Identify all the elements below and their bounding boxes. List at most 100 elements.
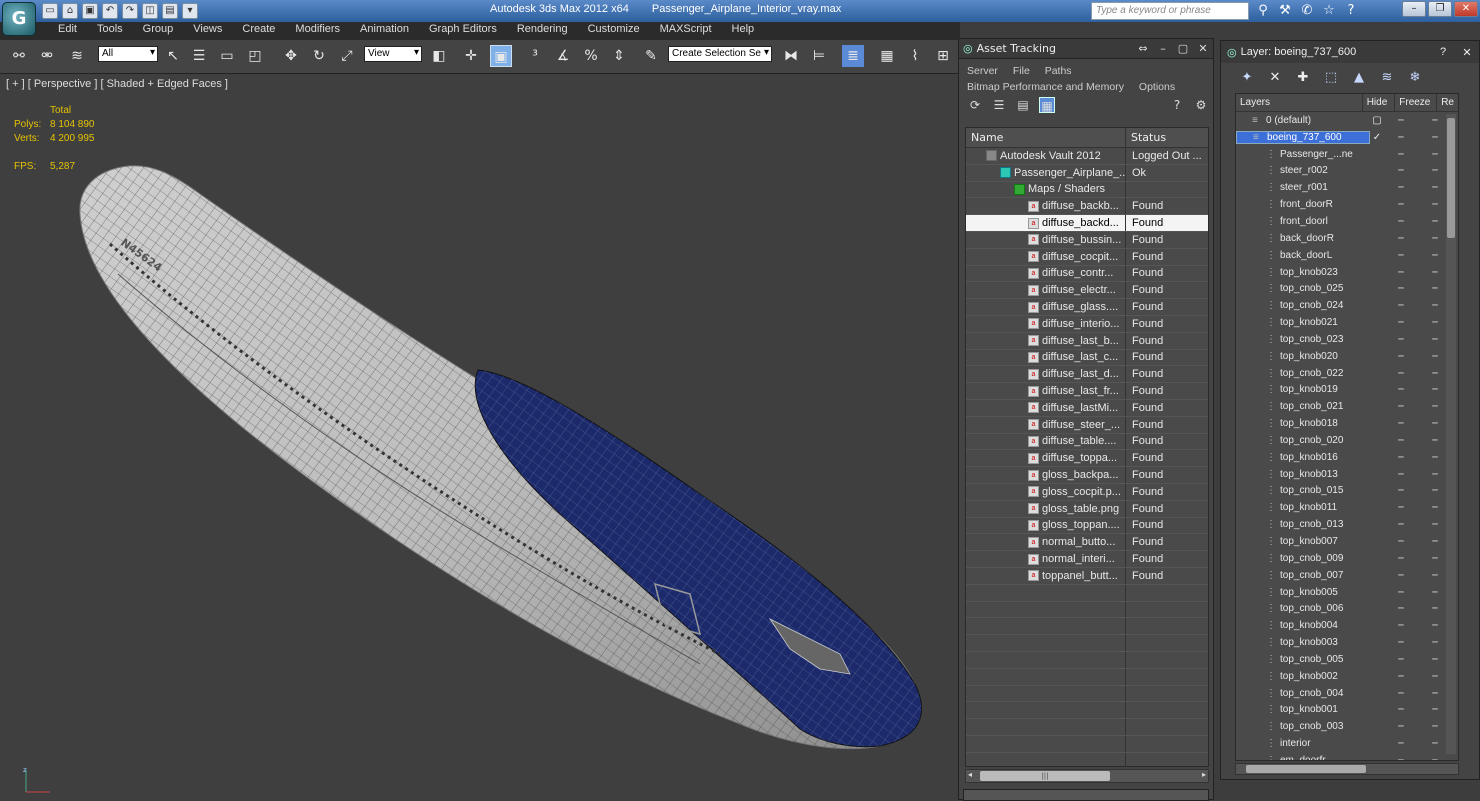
hide-toggle[interactable]: ━ bbox=[1384, 267, 1418, 278]
at-settings-icon[interactable]: ⚙ bbox=[1193, 97, 1209, 113]
align-icon[interactable]: ⊨ bbox=[808, 45, 830, 67]
table-view-icon[interactable]: ▦ bbox=[1039, 97, 1055, 113]
layer-row[interactable]: ⋮ top_knob018 ━ ━ bbox=[1236, 415, 1458, 432]
asset-row[interactable]: a diffuse_toppa... Found bbox=[966, 450, 1208, 468]
hide-toggle[interactable]: ━ bbox=[1384, 165, 1418, 176]
redo-icon[interactable]: ↷ bbox=[122, 3, 138, 19]
layer-row[interactable]: ⋮ top_knob001 ━ ━ bbox=[1236, 702, 1458, 719]
hide-toggle[interactable]: ━ bbox=[1384, 384, 1418, 395]
asset-row[interactable]: a diffuse_table.... Found bbox=[966, 433, 1208, 451]
layer-help-icon[interactable]: ? bbox=[1431, 46, 1455, 58]
layer-row[interactable]: ⋮ top_knob013 ━ ━ bbox=[1236, 466, 1458, 483]
layer-row[interactable]: ⋮ top_knob021 ━ ━ bbox=[1236, 314, 1458, 331]
layer-row[interactable]: ⋮ top_knob007 ━ ━ bbox=[1236, 533, 1458, 550]
layer-row[interactable]: ≡ 0 (default) ▢ ━ ━ bbox=[1236, 112, 1458, 129]
asset-row[interactable]: a diffuse_last_fr... Found bbox=[966, 383, 1208, 400]
asset-row[interactable]: Autodesk Vault 2012 Logged Out ... bbox=[966, 148, 1208, 165]
open-file-icon[interactable]: ⌂ bbox=[62, 3, 78, 19]
asset-row[interactable]: a diffuse_last_d... Found bbox=[966, 366, 1208, 384]
layer-row[interactable]: ⋮ back_doorL ━ ━ bbox=[1236, 247, 1458, 264]
list-view-icon[interactable]: ☰ bbox=[991, 97, 1007, 113]
close-icon[interactable]: ✕ bbox=[1454, 1, 1478, 17]
select-and-link-icon[interactable]: ⚯ bbox=[8, 45, 30, 67]
layer-row[interactable]: ⋮ top_knob019 ━ ━ bbox=[1236, 382, 1458, 399]
hide-toggle[interactable]: ━ bbox=[1384, 401, 1418, 412]
asset-row[interactable]: a diffuse_backb... Found bbox=[966, 198, 1208, 216]
swap-panel-icon[interactable]: ⇔ bbox=[1133, 42, 1153, 55]
hide-toggle[interactable]: ━ bbox=[1384, 688, 1418, 699]
rectangular-selection-icon[interactable]: ▭ bbox=[216, 45, 238, 67]
layer-row[interactable]: ⋮ steer_r002 ━ ━ bbox=[1236, 163, 1458, 180]
hide-toggle[interactable]: ━ bbox=[1384, 368, 1418, 379]
angle-snap-icon[interactable]: ∡ bbox=[552, 45, 574, 67]
menu-help[interactable]: Help bbox=[722, 22, 765, 40]
layer-row[interactable]: ⋮ top_knob023 ━ ━ bbox=[1236, 264, 1458, 281]
bind-to-space-warp-icon[interactable]: ≋ bbox=[66, 45, 88, 67]
asset-row[interactable]: a gloss_cocpit.p... Found bbox=[966, 483, 1208, 501]
asset-row[interactable]: a gloss_table.png Found bbox=[966, 500, 1208, 518]
hide-toggle[interactable]: ━ bbox=[1384, 755, 1418, 760]
menu-rendering[interactable]: Rendering bbox=[507, 22, 578, 40]
graphite-toolbox-icon[interactable]: ▦ bbox=[876, 45, 898, 67]
layer-row[interactable]: ⋮ front_doorl ━ ━ bbox=[1236, 213, 1458, 230]
select-object-icon[interactable]: ↖ bbox=[162, 45, 184, 67]
hide-toggle[interactable]: ━ bbox=[1384, 502, 1418, 513]
snaps-toggle-icon[interactable]: ³ bbox=[524, 45, 546, 67]
layer-row[interactable]: ⋮ top_cnob_004 ━ ━ bbox=[1236, 685, 1458, 702]
hide-toggle[interactable]: ━ bbox=[1384, 654, 1418, 665]
menu-customize[interactable]: Customize bbox=[578, 22, 650, 40]
app-logo-icon[interactable]: G bbox=[2, 2, 36, 36]
refresh-icon[interactable]: ⟳ bbox=[967, 97, 983, 113]
asset-row[interactable]: Passenger_Airplane_... Ok bbox=[966, 164, 1208, 182]
percent-snap-icon[interactable]: % bbox=[580, 45, 602, 67]
hide-toggle[interactable]: ━ bbox=[1384, 149, 1418, 160]
layer-row[interactable]: ⋮ interior ━ ━ bbox=[1236, 735, 1458, 752]
asset-row[interactable]: a diffuse_lastMi... Found bbox=[966, 399, 1208, 417]
asset-row[interactable]: a diffuse_interio... Found bbox=[966, 315, 1208, 333]
hide-toggle[interactable]: ━ bbox=[1384, 435, 1418, 446]
scroll-left-icon[interactable]: ◂ bbox=[968, 770, 972, 779]
freeze-all-layers-icon[interactable]: ❄ bbox=[1407, 70, 1423, 86]
perspective-viewport[interactable]: [ + ] [ Perspective ] [ Shaded + Edged F… bbox=[0, 74, 958, 800]
column-name[interactable]: Name bbox=[966, 128, 1126, 147]
hide-toggle[interactable]: ━ bbox=[1384, 233, 1418, 244]
add-to-layer-icon[interactable]: ✚ bbox=[1295, 70, 1311, 86]
subscription-icon[interactable]: ⚒ bbox=[1277, 3, 1293, 19]
layer-row[interactable]: ⋮ back_doorR ━ ━ bbox=[1236, 230, 1458, 247]
layer-row[interactable]: ⋮ top_cnob_025 ━ ━ bbox=[1236, 280, 1458, 297]
menu-create[interactable]: Create bbox=[232, 22, 285, 40]
hide-toggle[interactable]: ━ bbox=[1384, 536, 1418, 547]
layer-row[interactable]: ⋮ top_knob003 ━ ━ bbox=[1236, 634, 1458, 651]
schematic-view-icon[interactable]: ⊞ bbox=[932, 45, 954, 67]
hide-toggle[interactable]: ━ bbox=[1384, 351, 1418, 362]
customize-dropdown-icon[interactable]: ▾ bbox=[182, 3, 198, 19]
keyboard-shortcut-override-icon[interactable]: ▣ bbox=[490, 45, 512, 67]
hide-toggle[interactable]: ━ bbox=[1384, 570, 1418, 581]
menu-tools[interactable]: Tools bbox=[87, 22, 133, 40]
layer-row[interactable]: ⋮ top_cnob_003 ━ ━ bbox=[1236, 718, 1458, 735]
layer-scroll-thumb[interactable] bbox=[1447, 118, 1455, 238]
help-icon[interactable]: ? bbox=[1343, 3, 1359, 19]
asset-row[interactable]: a toppanel_butt... Found bbox=[966, 567, 1208, 585]
hide-toggle[interactable]: ━ bbox=[1384, 216, 1418, 227]
layer-row[interactable]: ⋮ top_cnob_022 ━ ━ bbox=[1236, 365, 1458, 382]
asset-row[interactable]: Maps / Shaders bbox=[966, 181, 1208, 199]
highlight-selected-icon[interactable]: ▲ bbox=[1351, 70, 1367, 86]
hold-icon[interactable]: ◫ bbox=[142, 3, 158, 19]
hide-toggle[interactable]: ━ bbox=[1384, 182, 1418, 193]
layer-row[interactable]: ⋮ top_cnob_009 ━ ━ bbox=[1236, 550, 1458, 567]
hide-toggle[interactable]: ━ bbox=[1384, 671, 1418, 682]
pivot-center-icon[interactable]: ◧ bbox=[428, 45, 450, 67]
mirror-icon[interactable]: ⧓ bbox=[780, 45, 802, 67]
save-file-icon[interactable]: ▣ bbox=[82, 3, 98, 19]
hide-toggle[interactable]: ━ bbox=[1384, 250, 1418, 261]
asset-row[interactable]: a normal_butto... Found bbox=[966, 534, 1208, 552]
scroll-thumb[interactable]: ||| bbox=[980, 771, 1110, 781]
layer-row[interactable]: ⋮ top_cnob_020 ━ ━ bbox=[1236, 432, 1458, 449]
layer-row[interactable]: ⋮ top_knob020 ━ ━ bbox=[1236, 348, 1458, 365]
hide-toggle[interactable]: ━ bbox=[1384, 452, 1418, 463]
layer-row[interactable]: ⋮ front_doorR ━ ━ bbox=[1236, 196, 1458, 213]
hide-toggle[interactable]: ━ bbox=[1384, 317, 1418, 328]
menu-group[interactable]: Group bbox=[133, 22, 184, 40]
layer-row[interactable]: ⋮ top_cnob_021 ━ ━ bbox=[1236, 398, 1458, 415]
